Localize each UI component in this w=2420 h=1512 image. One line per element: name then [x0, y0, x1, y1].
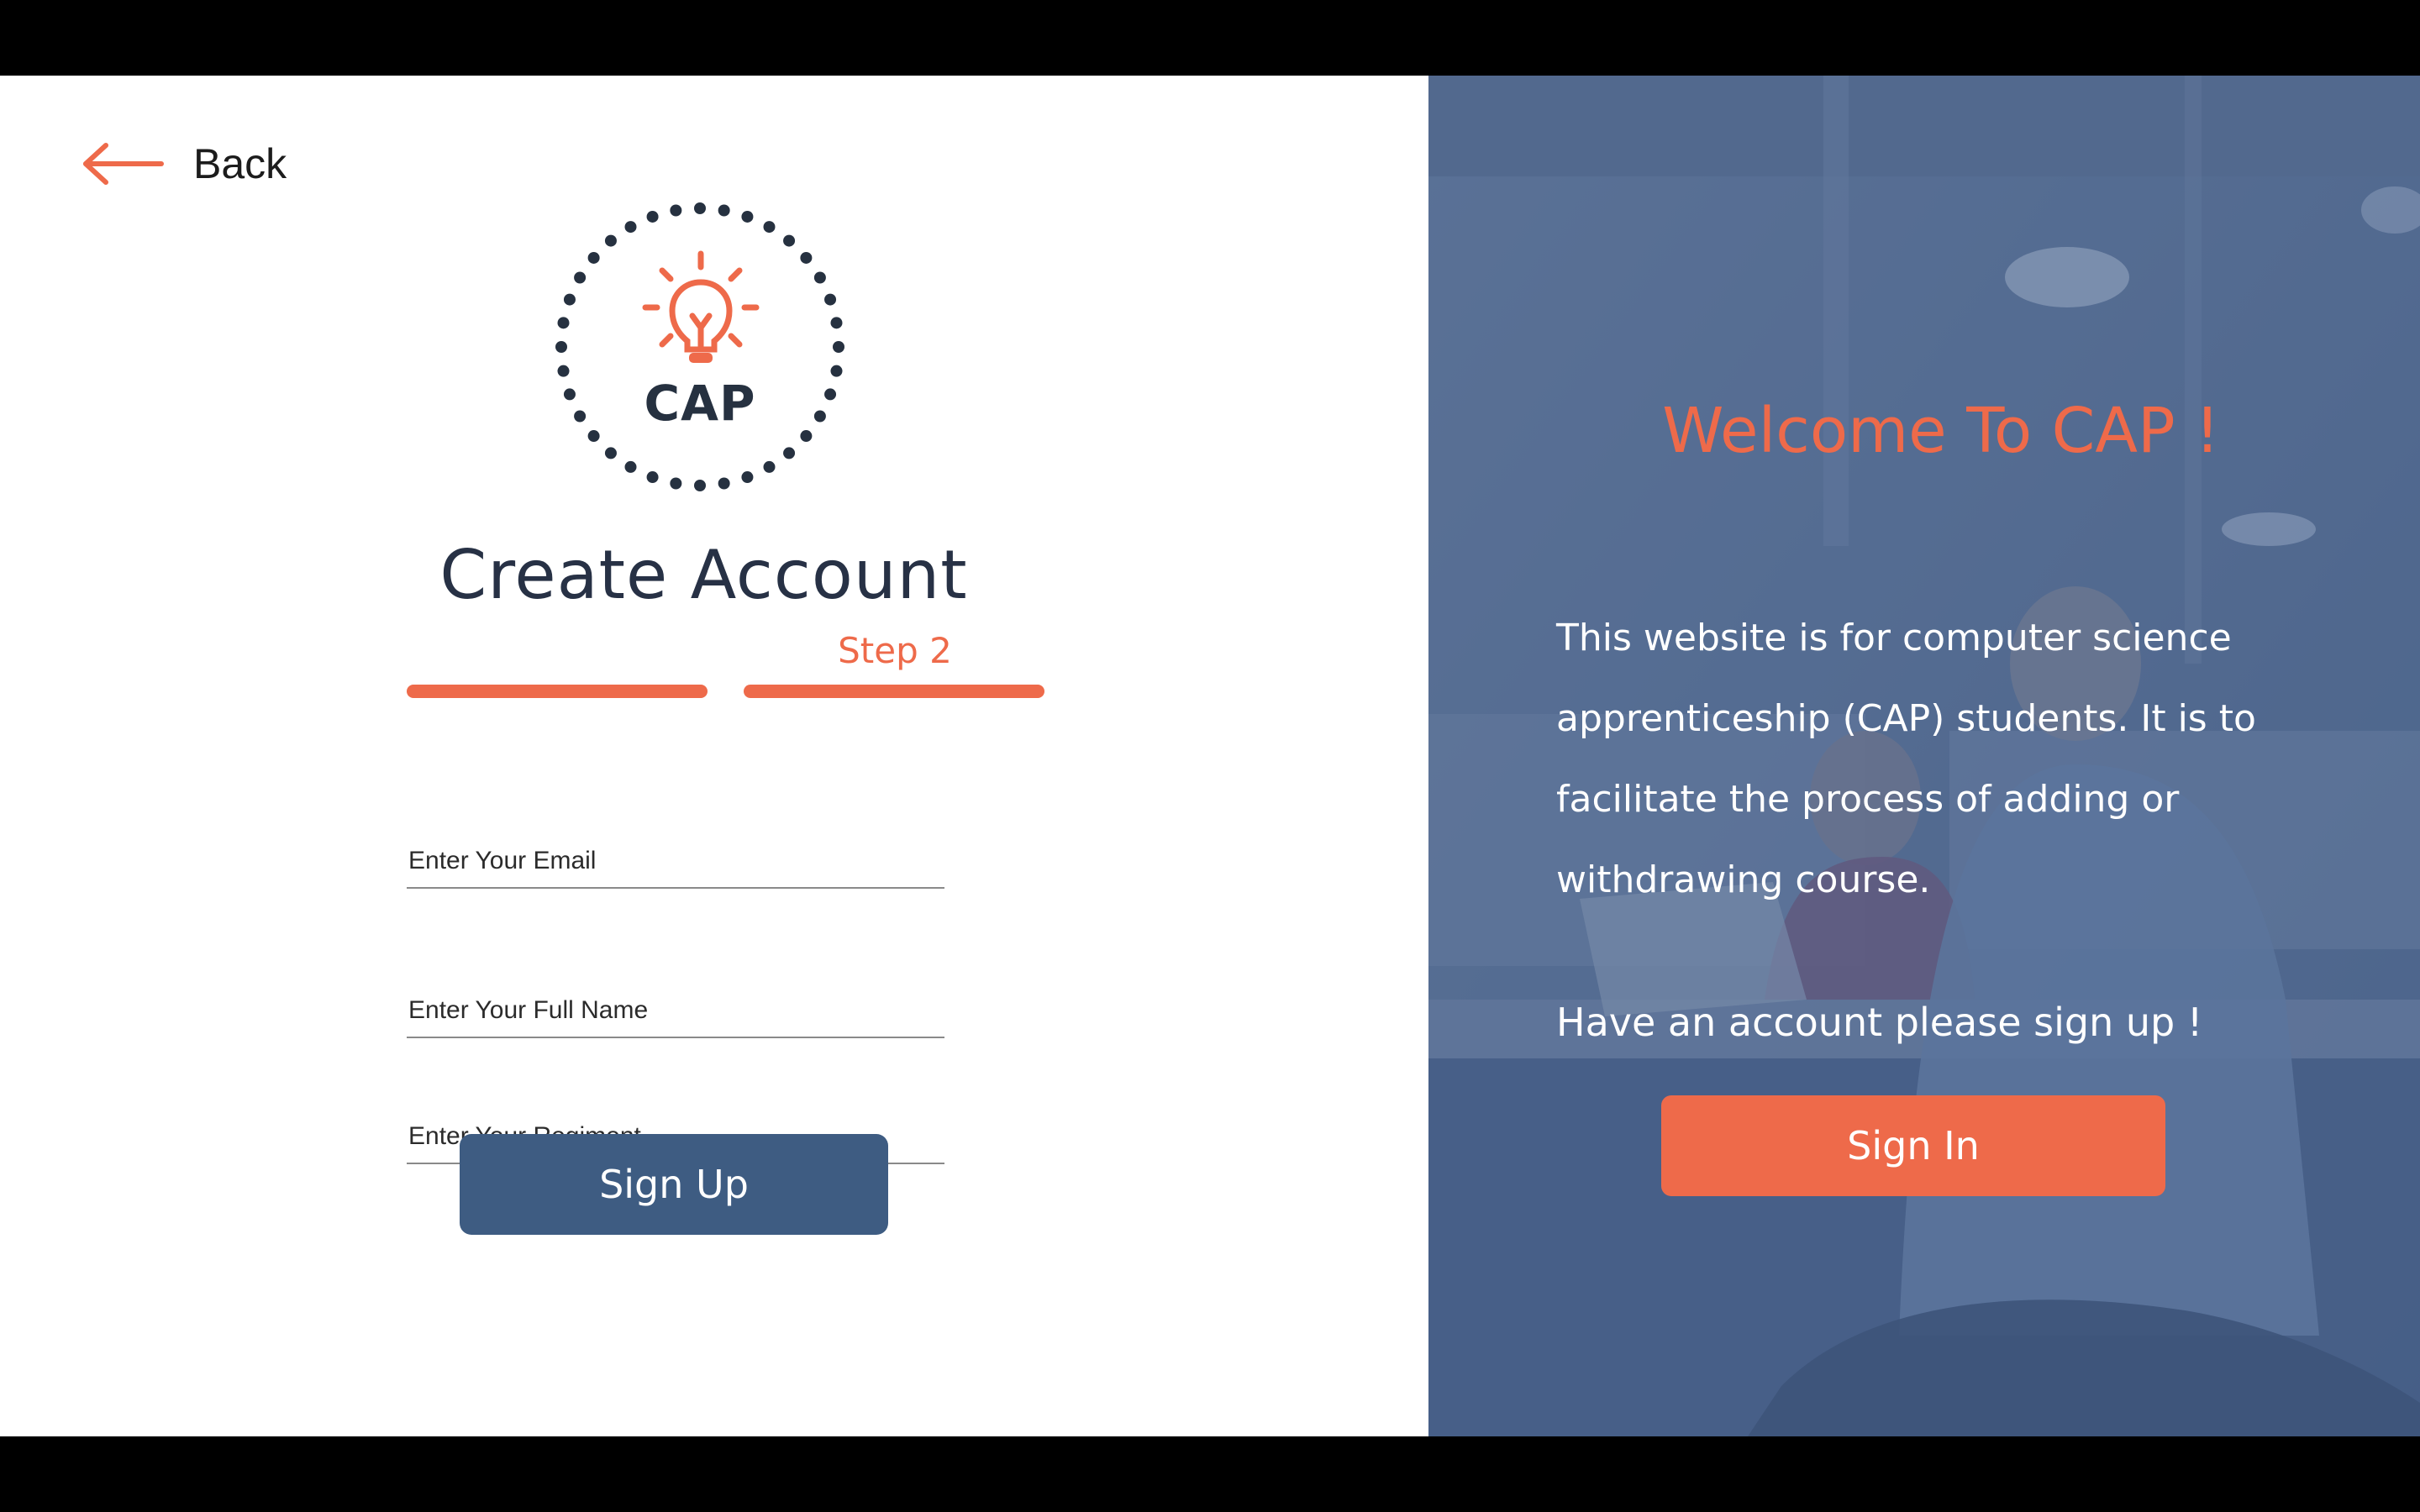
- logo-text: CAP: [644, 375, 756, 432]
- sign-up-button[interactable]: Sign Up: [460, 1134, 888, 1235]
- lightbulb-icon: [642, 250, 760, 363]
- account-note: Have an account please sign up !: [1556, 1000, 2203, 1045]
- site-description: This website is for computer science app…: [1556, 617, 2256, 901]
- full-name-field[interactable]: [407, 984, 944, 1038]
- page-title: Create Account: [439, 536, 968, 614]
- back-arrow-icon: [83, 143, 164, 185]
- cap-logo: CAP: [553, 200, 847, 494]
- email-field[interactable]: [407, 835, 944, 889]
- step-2-indicator: [744, 685, 1044, 698]
- step-1-indicator: [407, 685, 708, 698]
- app-frame: Back CAP Create Account Step 2 Enter You…: [0, 76, 2420, 1436]
- welcome-panel: Welcome To CAP ! This website is for com…: [1428, 76, 2420, 1436]
- sign-in-button[interactable]: Sign In: [1661, 1095, 2165, 1196]
- signup-panel: Back CAP Create Account Step 2 Enter You…: [0, 76, 1428, 1436]
- back-link[interactable]: Back: [81, 134, 299, 193]
- welcome-heading: Welcome To CAP !: [1662, 395, 2220, 467]
- step-label: Step 2: [838, 630, 952, 671]
- back-label: Back: [193, 140, 287, 187]
